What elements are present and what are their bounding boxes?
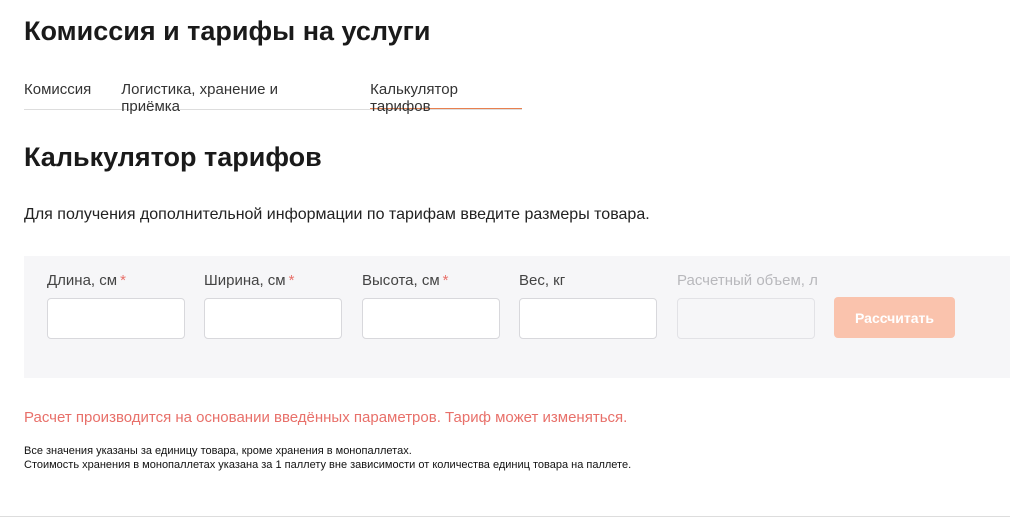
required-mark: *: [120, 272, 126, 289]
weight-field: Вес, кг: [519, 272, 657, 339]
length-label: Длина, см: [47, 272, 118, 289]
width-label: Ширина, см: [204, 272, 286, 289]
width-input[interactable]: [204, 298, 342, 339]
weight-label: Вес, кг: [519, 272, 566, 289]
divider: [0, 516, 1010, 517]
calculator-title: Калькулятор тарифов: [24, 142, 322, 172]
tab-tariff-calculator[interactable]: Калькулятор тарифов: [370, 78, 522, 115]
volume-label: Расчетный объем, л: [677, 272, 818, 289]
required-mark: *: [442, 272, 449, 289]
required-mark: *: [288, 272, 295, 289]
width-field: Ширина, см *: [204, 272, 342, 339]
calculator-form: Длина, см * Ширина, см * Высота, см * Вес, …: [24, 256, 1010, 378]
note-line: Все значения указаны за единицу товара, …: [24, 445, 412, 457]
calculator-intro: Для получения дополнительной информации …: [24, 206, 650, 223]
volume-field: Расчетный объем, л: [677, 272, 818, 339]
length-input[interactable]: [47, 298, 185, 339]
volume-input: [677, 298, 815, 339]
page-title: Комиссия и тарифы на услуги: [24, 16, 431, 46]
height-field: Высота, см *: [362, 272, 500, 339]
tab-logistics[interactable]: Логистика, хранение и приёмка: [121, 78, 340, 115]
tabs: Комиссия Логистика, хранение и приёмка К…: [24, 78, 522, 115]
height-label: Высота, см: [362, 272, 440, 289]
length-field: Длина, см *: [47, 272, 185, 339]
warning-text: Расчет производится на основании введённ…: [24, 409, 628, 426]
notes: Все значения указаны за единицу товара, …: [24, 444, 631, 472]
note-line: Стоимость хранения в монопаллетах указан…: [24, 459, 632, 471]
height-input[interactable]: [362, 298, 500, 339]
calculate-button[interactable]: Рассчитать: [834, 297, 955, 338]
tab-commission[interactable]: Комиссия: [24, 78, 91, 109]
weight-input[interactable]: [519, 298, 657, 339]
